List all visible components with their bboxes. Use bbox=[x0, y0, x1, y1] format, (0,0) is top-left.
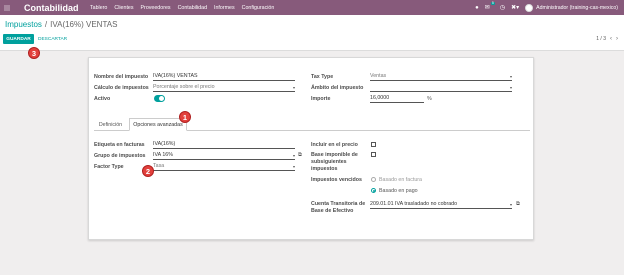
chat-badge: 5 bbox=[490, 0, 495, 5]
menu-item-tablero[interactable]: Tablero bbox=[90, 5, 107, 11]
base-affected-label: Base imponible de subsiguientes impuesto… bbox=[311, 152, 358, 172]
tab-advanced-options[interactable]: Opciones avanzadas bbox=[129, 118, 187, 131]
invoice-label-label: Etiqueta en facturas bbox=[94, 142, 145, 148]
tax-name-label: Nombre del impuesto bbox=[94, 74, 149, 80]
pager-value[interactable]: 1 / 3 bbox=[596, 36, 606, 42]
tax-name-input[interactable]: IVA(16%) VENTAS bbox=[153, 73, 295, 81]
form-sheet: Nombre del impuesto IVA(16%) VENTAS Cálc… bbox=[88, 57, 534, 240]
cash-basis-account-external-link-icon[interactable]: ⧉ bbox=[516, 201, 520, 208]
pager-next-icon[interactable]: › bbox=[616, 36, 618, 42]
tax-type-label: Tax Type bbox=[311, 74, 334, 80]
tax-computation-label: Cálculo de impuestos bbox=[94, 85, 149, 91]
marker-1: 1 bbox=[179, 111, 191, 123]
tab-definition[interactable]: Definición bbox=[94, 118, 127, 131]
activity-clock-icon[interactable]: ◷ bbox=[500, 5, 505, 11]
base-affected-checkbox[interactable] bbox=[371, 152, 376, 157]
tax-scope-label: Ámbito del impuesto bbox=[311, 85, 364, 91]
tax-computation-select[interactable]: Porcentaje sobre el precio bbox=[153, 84, 295, 92]
pager-previous-icon[interactable]: ‹ bbox=[610, 36, 612, 42]
menu-item-clientes[interactable]: Clientes bbox=[114, 5, 133, 11]
due-on-payment-radio[interactable] bbox=[371, 188, 376, 193]
breadcrumb: Impuestos / IVA(16%) VENTAS bbox=[5, 20, 117, 29]
tax-group-external-link-icon[interactable]: ⧉ bbox=[298, 152, 302, 159]
active-toggle[interactable] bbox=[154, 95, 165, 102]
control-panel: Impuestos / IVA(16%) VENTAS GUARDAR DESC… bbox=[0, 15, 624, 51]
user-name: Administrador (training-cas-mexico) bbox=[536, 4, 618, 11]
breadcrumb-parent[interactable]: Impuestos bbox=[5, 20, 42, 29]
due-on-invoice-radio[interactable] bbox=[371, 177, 376, 182]
menu-item-contabilidad[interactable]: Contabilidad bbox=[178, 5, 207, 11]
debug-tools-icon[interactable]: ✖▾ bbox=[511, 5, 519, 11]
breadcrumb-current: IVA(16%) VENTAS bbox=[50, 20, 118, 29]
app-brand[interactable]: Contabilidad bbox=[24, 3, 84, 13]
tax-group-label: Grupo de impuestos bbox=[94, 153, 146, 159]
main-menu: Tablero Clientes Proveedores Contabilida… bbox=[90, 5, 274, 11]
avatar bbox=[525, 3, 534, 12]
cash-basis-account-label: Cuenta Transitoria de Base de Efectivo bbox=[311, 201, 366, 214]
user-menu[interactable]: Administrador (training-cas-mexico) bbox=[525, 3, 618, 12]
tax-scope-select[interactable] bbox=[370, 84, 512, 92]
tax-group-select[interactable]: IVA 16% bbox=[153, 152, 295, 160]
tax-type-select[interactable]: Ventas bbox=[370, 73, 512, 81]
due-on-invoice-label[interactable]: Basado en factura bbox=[379, 177, 422, 183]
due-on-payment-label[interactable]: Basado en pago bbox=[379, 188, 418, 194]
menu-item-configuracion[interactable]: Configuración bbox=[242, 5, 275, 11]
factor-type-label: Factor Type bbox=[94, 164, 124, 170]
active-label: Activo bbox=[94, 96, 111, 102]
cash-basis-account-select[interactable]: 209.01.01 IVA trasladado no cobrado bbox=[370, 201, 512, 209]
amount-input[interactable]: 16,0000 bbox=[370, 95, 424, 103]
marker-2: 2 bbox=[142, 165, 154, 177]
chat-icon[interactable]: ✉ 5 bbox=[485, 1, 495, 11]
include-in-price-checkbox[interactable] bbox=[371, 142, 376, 147]
include-in-price-label: Incluir en el precio bbox=[311, 142, 358, 148]
amount-unit: % bbox=[427, 96, 432, 102]
factor-type-select[interactable]: Tasa bbox=[153, 163, 295, 171]
invoice-label-input[interactable]: IVA(16%) bbox=[153, 141, 295, 149]
top-navbar: Contabilidad Tablero Clientes Proveedore… bbox=[0, 0, 624, 15]
marker-3: 3 bbox=[28, 47, 40, 59]
amount-label: Importe bbox=[311, 96, 331, 102]
pager: 1 / 3 ‹ › bbox=[596, 36, 618, 42]
apps-menu-icon[interactable] bbox=[0, 0, 14, 15]
discard-button[interactable]: DESCARTAR bbox=[38, 34, 67, 44]
bug-icon[interactable]: ● bbox=[475, 5, 479, 11]
menu-item-proveedores[interactable]: Proveedores bbox=[141, 5, 171, 11]
save-button[interactable]: GUARDAR bbox=[3, 34, 34, 44]
tax-exigibility-label: Impuestos vencidos bbox=[311, 177, 362, 183]
menu-item-informes[interactable]: Informes bbox=[214, 5, 235, 11]
breadcrumb-separator: / bbox=[44, 20, 48, 29]
notebook-tabs: Definición Opciones avanzadas bbox=[94, 118, 530, 131]
navbar-systray: ● ✉ 5 ◷ ✖▾ Administrador (training-cas-me… bbox=[475, 0, 618, 15]
